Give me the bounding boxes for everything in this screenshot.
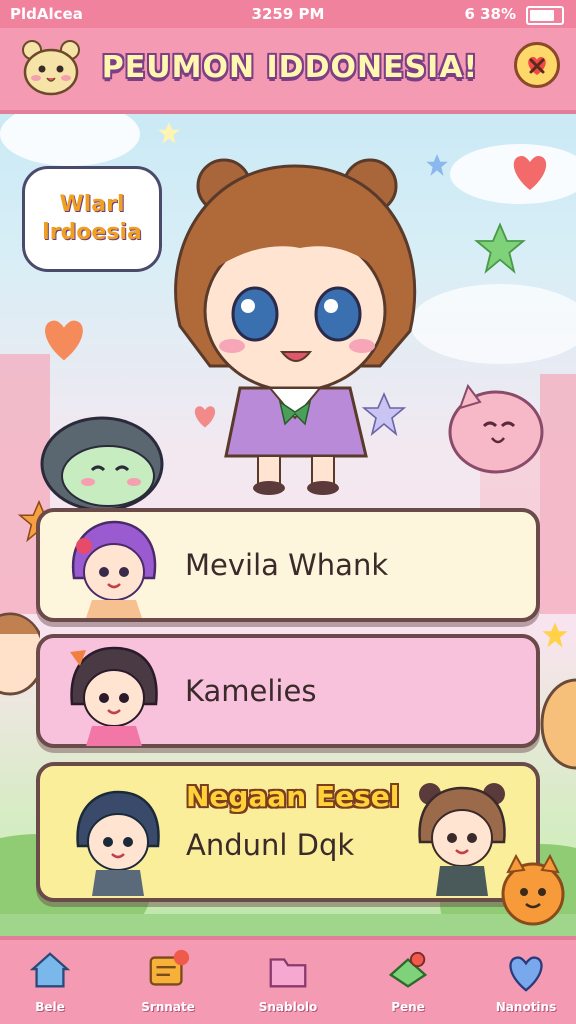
home-icon	[29, 952, 71, 988]
orange-creature[interactable]	[498, 852, 568, 928]
menu-card-label: Andunl Dqk	[186, 828, 355, 862]
nav-label-favorites: Nanotins	[495, 1000, 557, 1014]
star-icon	[158, 122, 180, 144]
nav-item-map[interactable]: Pene	[358, 948, 458, 1024]
battery-icon	[526, 6, 564, 25]
heart-icon	[45, 320, 83, 361]
green-blob-creature[interactable]	[36, 404, 168, 514]
purple-hair-girl-avatar	[71, 520, 157, 618]
pink-cat-creature[interactable]	[440, 380, 550, 480]
heart-icon	[509, 956, 543, 992]
speech-line-2: lrdoesia	[42, 220, 142, 245]
status-bar: PldAlcea 3259 PM 6 38%	[0, 0, 576, 28]
menu-card-3[interactable]: Negaan Eesel Andunl Dqk	[36, 762, 540, 902]
star-icon	[542, 622, 568, 648]
nav-label-messages: Srnnate	[141, 1000, 195, 1014]
nav-label-home: Bele	[35, 1000, 65, 1014]
nav-label-map: Pene	[391, 1000, 425, 1014]
main-character[interactable]	[140, 156, 440, 496]
right-peek-character	[540, 678, 576, 770]
blue-hair-boy-avatar	[76, 790, 160, 896]
message-icon	[149, 949, 190, 986]
heart-icon	[513, 156, 547, 190]
speech-line-1: Wlarl	[59, 192, 125, 217]
star-icon	[474, 222, 526, 274]
app-header: PEUMON IDDONESIA!	[0, 28, 576, 114]
bottom-nav: Bele Srnnate Snablolo Pene Nanotins	[0, 936, 576, 1024]
close-heart-icon	[528, 57, 546, 75]
speech-bubble-text: Wlarl lrdoesia	[25, 191, 159, 247]
nav-item-favorites[interactable]: Nanotins	[476, 948, 576, 1024]
nav-item-folder[interactable]: Snablolo	[238, 948, 338, 1024]
menu-card-2[interactable]: Kamelies	[36, 634, 540, 748]
brown-bear-girl-avatar	[418, 783, 506, 896]
map-icon	[388, 951, 428, 988]
menu-card-1[interactable]: Mevila Whank	[36, 508, 540, 622]
menu-card-label: Mevila Whank	[185, 548, 389, 582]
page-title: PEUMON IDDONESIA!	[101, 50, 479, 85]
battery-percent: 6 38%	[464, 5, 516, 23]
header-menu-button[interactable]	[514, 42, 560, 88]
dark-hair-girl-avatar	[70, 646, 158, 746]
menu-card-label: Kamelies	[185, 674, 317, 708]
speech-bubble: Wlarl lrdoesia	[22, 166, 162, 272]
bear-mascot-icon	[22, 40, 80, 96]
menu-card-title: Negaan Eesel	[186, 780, 400, 813]
nav-item-messages[interactable]: Srnnate	[118, 948, 218, 1024]
nav-item-home[interactable]: Bele	[0, 948, 100, 1024]
folder-icon	[269, 958, 307, 988]
left-peek-character	[0, 612, 40, 696]
nav-label-folder: Snablolo	[258, 1000, 318, 1014]
